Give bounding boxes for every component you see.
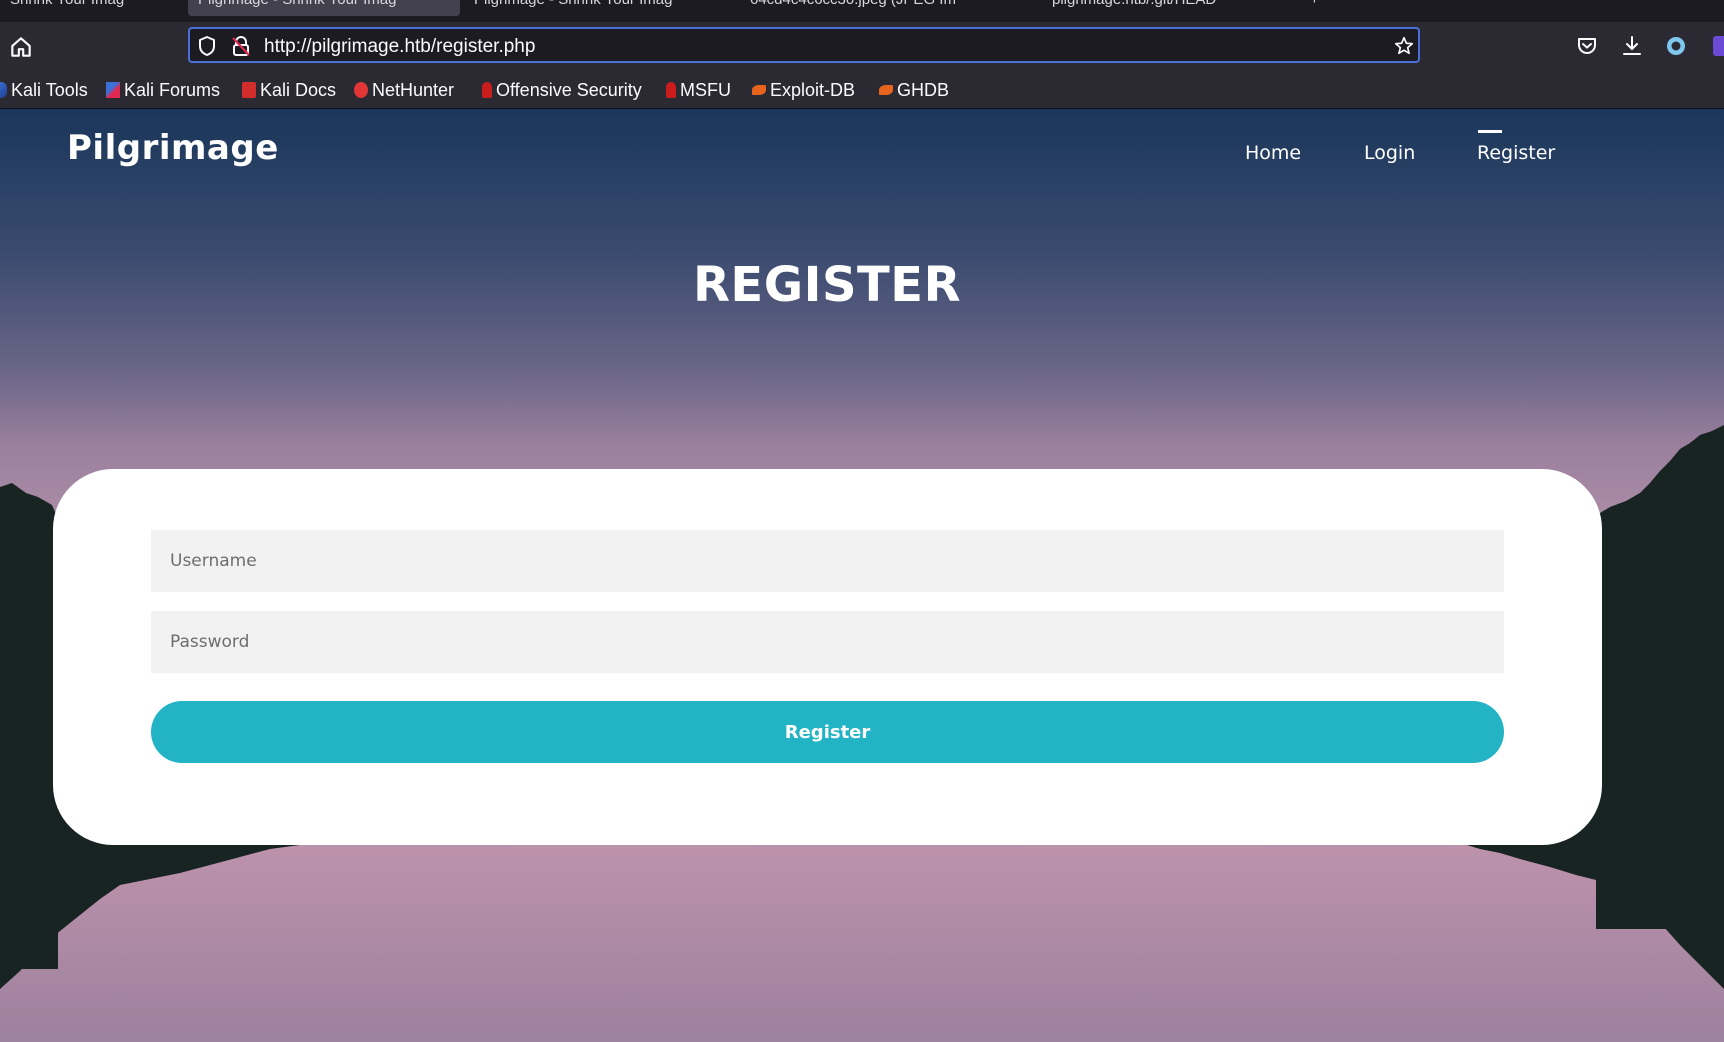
star-icon[interactable] xyxy=(1393,35,1415,57)
browser-tab[interactable]: Shrink Your Imag xyxy=(0,0,170,16)
site-logo[interactable]: Pilgrimage xyxy=(67,128,279,168)
register-button[interactable]: Register xyxy=(151,701,1504,763)
bookmark-kali-docs[interactable]: Kali Docs xyxy=(242,78,336,102)
register-form-card: Register xyxy=(53,469,1602,845)
pocket-icon[interactable] xyxy=(1575,34,1599,58)
new-tab-button[interactable]: + xyxy=(1300,0,1340,16)
bookmark-nethunter[interactable]: NetHunter xyxy=(354,78,454,102)
home-icon[interactable] xyxy=(8,34,34,60)
bookmark-msfu[interactable]: MSFU xyxy=(666,78,731,102)
exploit-db-icon xyxy=(752,85,766,95)
browser-tab[interactable]: Pilgrimage - Shrink Your Imag xyxy=(464,0,724,16)
password-input[interactable] xyxy=(151,611,1504,673)
bookmark-offensive-security[interactable]: Offensive Security xyxy=(482,78,642,102)
bookmark-kali-tools[interactable]: Kali Tools xyxy=(0,78,88,102)
username-input[interactable] xyxy=(151,530,1504,592)
url-text[interactable]: http://pilgrimage.htb/register.php xyxy=(264,36,535,58)
bookmark-exploit-db[interactable]: Exploit-DB xyxy=(752,78,855,102)
extension-icon[interactable] xyxy=(1710,34,1724,58)
account-icon[interactable] xyxy=(1664,34,1688,58)
insecure-lock-icon[interactable] xyxy=(230,35,252,57)
msfu-icon xyxy=(666,82,676,98)
nethunter-icon xyxy=(354,82,368,98)
bookmark-kali-forums[interactable]: Kali Forums xyxy=(106,78,220,102)
browser-tab[interactable]: pilgrimage.htb/.git/HEAD xyxy=(1042,0,1272,16)
offsec-icon xyxy=(482,82,492,98)
tab-strip: Shrink Your Imag Pilgrimage - Shrink You… xyxy=(0,0,1724,22)
active-nav-indicator xyxy=(1478,130,1502,133)
nav-register[interactable]: Register xyxy=(1477,142,1555,164)
page-title: REGISTER xyxy=(692,257,962,313)
nav-login[interactable]: Login xyxy=(1364,142,1415,164)
kali-forums-icon xyxy=(106,82,120,98)
browser-navbar: http://pilgrimage.htb/register.php xyxy=(0,22,1724,72)
ghdb-icon xyxy=(879,85,893,95)
download-icon[interactable] xyxy=(1620,34,1644,58)
kali-dragon-icon xyxy=(0,82,7,98)
shield-icon[interactable] xyxy=(197,35,217,57)
nav-home[interactable]: Home xyxy=(1245,142,1301,164)
bookmark-ghdb[interactable]: GHDB xyxy=(879,78,949,102)
browser-tab[interactable]: 64cd4c4c6cc30.jpeg (JPEG Im xyxy=(740,0,1010,16)
kali-docs-icon xyxy=(242,82,256,98)
browser-tab-active[interactable]: Pilgrimage - Shrink Your Imag xyxy=(188,0,460,16)
page-viewport: Pilgrimage Home Login Register REGISTER … xyxy=(0,109,1724,1042)
bookmarks-toolbar: Kali Tools Kali Forums Kali Docs NetHunt… xyxy=(0,72,1724,109)
url-bar[interactable]: http://pilgrimage.htb/register.php xyxy=(188,27,1420,63)
